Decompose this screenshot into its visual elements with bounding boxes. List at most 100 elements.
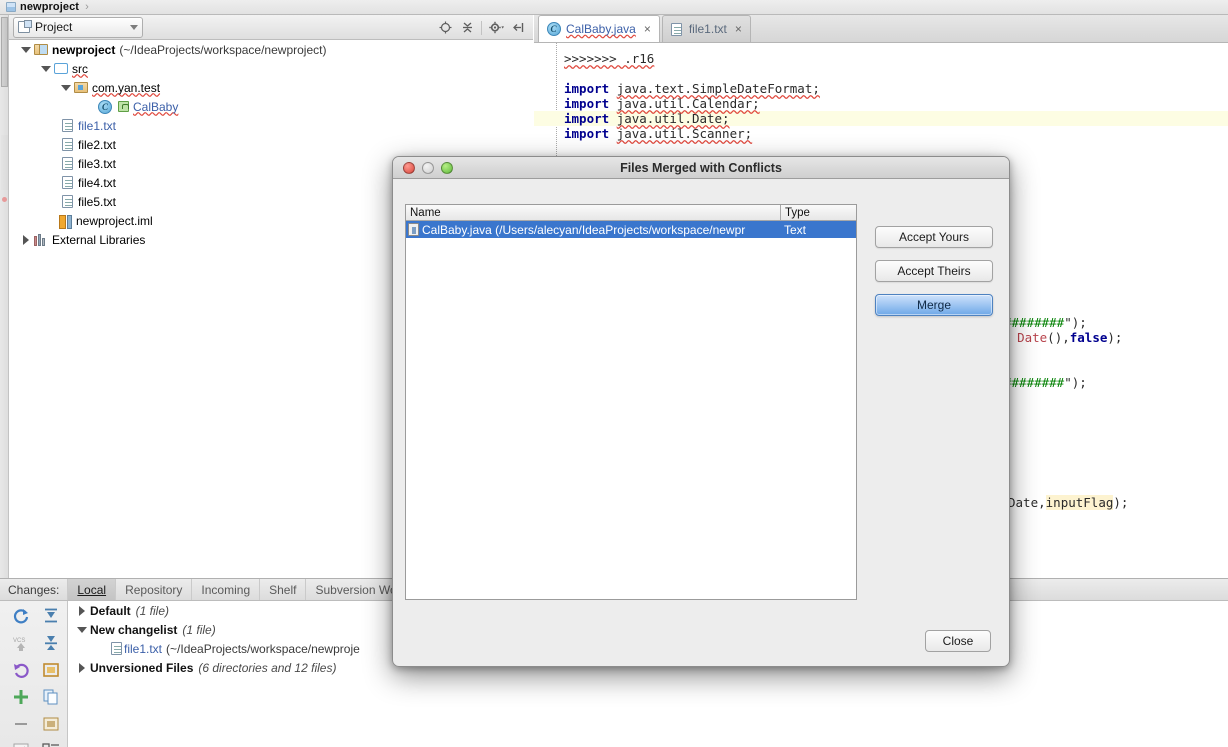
text-file-icon	[59, 138, 75, 151]
set-active-checkbox-icon[interactable]	[10, 740, 32, 747]
close-icon[interactable]: ×	[735, 22, 742, 36]
changelist-count: (6 directories and 12 files)	[198, 660, 337, 675]
project-panel-toolbar	[434, 18, 529, 37]
tab-file1-txt[interactable]: file1.txt ×	[661, 15, 751, 42]
group-by-icon[interactable]	[40, 740, 62, 747]
project-view-selector[interactable]: Project	[13, 16, 143, 38]
close-button[interactable]: Close	[925, 630, 991, 652]
tree-node-newproject[interactable]: newproject (~/IdeaProjects/workspace/new…	[9, 40, 533, 59]
accept-theirs-button[interactable]: Accept Theirs	[875, 260, 993, 282]
expand-toggle-icon[interactable]	[19, 46, 33, 53]
breadcrumb-project-label[interactable]: newproject	[20, 1, 79, 13]
tab-repository[interactable]: Repository	[115, 579, 191, 600]
expand-toggle-icon[interactable]	[74, 626, 90, 633]
text-file-icon	[670, 22, 684, 36]
tab-local[interactable]: Local	[67, 579, 116, 600]
external-libraries-icon	[33, 233, 49, 246]
dialog-body: Name Type CalBaby.java (/Users/alecyan/I…	[393, 179, 1009, 666]
java-class-icon: C	[546, 22, 561, 36]
dialog-action-buttons: Accept Yours Accept Theirs Merge	[875, 226, 995, 328]
dialog-title: Files Merged with Conflicts	[620, 160, 782, 175]
file-name-text: CalBaby.java (/Users/alecyan/IdeaProject…	[422, 222, 746, 237]
svg-text:VCS: VCS	[13, 638, 25, 644]
tree-node-label: file3.txt	[78, 156, 117, 171]
tree-node-label: src	[72, 61, 88, 76]
tab-label: CalBaby.java	[566, 22, 636, 36]
changelist-count: (1 file)	[135, 603, 170, 618]
close-window-button[interactable]	[403, 161, 415, 174]
tree-node-label: newproject	[52, 42, 116, 57]
expand-toggle-icon[interactable]	[19, 234, 33, 245]
breadcrumb-separator-icon: ›	[85, 1, 89, 13]
text-file-icon	[59, 176, 75, 189]
tree-node-label: com.yan.test	[92, 80, 161, 95]
table-row[interactable]: CalBaby.java (/Users/alecyan/IdeaProject…	[406, 221, 856, 238]
column-header-type[interactable]: Type	[781, 205, 856, 220]
folder-source-icon	[53, 63, 69, 74]
tab-incoming[interactable]: Incoming	[191, 579, 259, 600]
tree-node-label: file4.txt	[78, 175, 117, 190]
tree-node-path: (~/IdeaProjects/workspace/newproject)	[119, 42, 327, 57]
folder-package-icon	[73, 82, 89, 93]
shelve-icon[interactable]	[40, 659, 62, 681]
changelist-count: (1 file)	[182, 622, 216, 637]
expand-toggle-icon[interactable]	[59, 84, 73, 91]
java-class-icon: C	[97, 99, 113, 114]
text-file-icon	[108, 642, 124, 655]
expand-all-icon[interactable]	[40, 605, 62, 627]
remove-changelist-icon[interactable]	[10, 713, 32, 735]
refresh-icon[interactable]	[10, 605, 32, 627]
expand-toggle-icon[interactable]	[39, 65, 53, 72]
add-changelist-icon[interactable]	[10, 686, 32, 708]
module-iml-icon	[57, 215, 73, 227]
locate-icon[interactable]	[434, 18, 456, 37]
editor-tab-bar: C CalBaby.java × file1.txt ×	[534, 15, 1228, 43]
column-header-name[interactable]: Name	[406, 205, 781, 220]
expand-toggle-icon[interactable]	[74, 662, 90, 673]
tree-node-com-yan-test[interactable]: com.yan.test	[9, 78, 533, 97]
collapse-all-icon[interactable]	[40, 632, 62, 654]
dialog-title-bar[interactable]: Files Merged with Conflicts	[393, 157, 1009, 179]
tab-label: file1.txt	[688, 22, 727, 36]
folder-project-icon	[33, 44, 49, 55]
tree-node-label: file1.txt	[78, 118, 117, 133]
tree-node-calbaby[interactable]: C CalBaby	[9, 97, 533, 116]
accept-yours-button[interactable]: Accept Yours	[875, 226, 993, 248]
changes-vcs-toolbar: VCS	[0, 601, 68, 747]
table-header-row: Name Type	[406, 205, 856, 221]
rail-tab-project[interactable]	[1, 17, 8, 87]
rail-status-dot-icon	[2, 197, 7, 202]
zoom-window-button[interactable]	[441, 161, 453, 174]
rail-tab-structure[interactable]	[1, 135, 8, 190]
tree-node-label: CalBaby	[133, 99, 179, 114]
toolbar-divider	[481, 20, 482, 35]
project-view-label: Project	[35, 20, 73, 34]
lock-icon	[116, 101, 130, 112]
tree-node-file1[interactable]: file1.txt	[9, 116, 533, 135]
files-merged-with-conflicts-dialog: Files Merged with Conflicts Name Type Ca…	[392, 156, 1010, 667]
ide-window: newproject › Project newproject (~/IdeaP…	[0, 0, 1228, 747]
tree-node-label: newproject.iml	[76, 213, 153, 228]
tab-shelf[interactable]: Shelf	[259, 579, 305, 600]
left-tool-rail	[0, 15, 9, 578]
conflicted-files-table[interactable]: Name Type CalBaby.java (/Users/alecyan/I…	[405, 204, 857, 600]
minimize-window-button[interactable]	[422, 161, 434, 174]
rollback-icon[interactable]	[10, 659, 32, 681]
collapse-all-icon[interactable]	[456, 18, 478, 37]
merge-button[interactable]: Merge	[875, 294, 993, 316]
vcs-update-icon[interactable]: VCS	[10, 632, 32, 654]
copy-icon[interactable]	[40, 686, 62, 708]
project-panel-header: Project	[9, 15, 533, 40]
tab-calbaby-java[interactable]: C CalBaby.java ×	[538, 15, 660, 42]
hide-panel-icon[interactable]	[507, 18, 529, 37]
text-file-icon	[59, 195, 75, 208]
move-to-changelist-icon[interactable]	[40, 713, 62, 735]
settings-gear-icon[interactable]	[485, 18, 507, 37]
text-file-icon	[59, 119, 75, 132]
tree-node-src[interactable]: src	[9, 59, 533, 78]
tree-node-label: file5.txt	[78, 194, 117, 209]
tree-node-file2[interactable]: file2.txt	[9, 135, 533, 154]
close-icon[interactable]: ×	[644, 22, 651, 36]
cell-type: Text	[784, 222, 807, 237]
expand-toggle-icon[interactable]	[74, 605, 90, 616]
